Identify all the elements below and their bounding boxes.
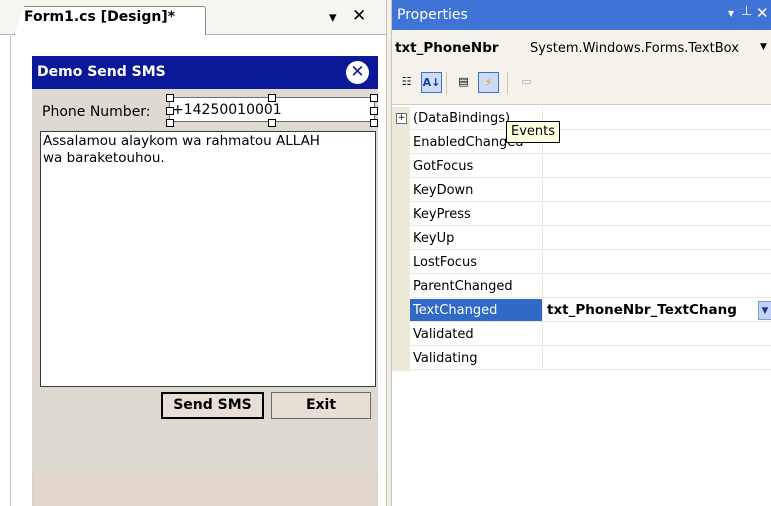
resize-handle[interactable] [166,94,174,102]
toolbar-separator [446,72,447,94]
document-tab-strip: Form1.cs [Design]* ▾ ✕ [0,0,386,35]
row-gutter [392,323,410,347]
resize-handle[interactable] [370,107,378,115]
grid-row-enabledchanged[interactable]: EnabledChanged [392,131,771,155]
property-name[interactable]: KeyPress [410,203,543,226]
row-gutter [392,227,410,251]
object-selector-combo[interactable]: txt_PhoneNbr System.Windows.Forms.TextBo… [392,30,771,65]
row-gutter [392,347,410,371]
property-name[interactable]: GotFocus [410,155,543,178]
resize-handle[interactable] [268,94,276,102]
form-bottom-area [34,474,376,506]
resize-handle[interactable] [370,94,378,102]
properties-close-icon[interactable]: ✕ [756,4,769,22]
row-gutter: + [392,107,410,131]
row-gutter [392,203,410,227]
property-pages-icon[interactable]: ▭ [516,72,537,93]
property-name[interactable]: ParentChanged [410,275,543,298]
property-value[interactable] [543,107,771,130]
form-close-icon[interactable]: ✕ [346,61,369,84]
expand-icon[interactable]: + [396,113,407,124]
row-gutter [392,179,410,203]
property-name[interactable]: Validating [410,347,543,370]
events-tooltip: Events [506,121,561,143]
resize-handle[interactable] [370,119,378,127]
properties-title-bar: Properties ▾ ⊥ ✕ [392,0,771,30]
grid-row-keypress[interactable]: KeyPress [392,203,771,227]
row-gutter [392,299,410,323]
auto-hide-pin-icon[interactable]: ⊥ [741,4,752,19]
property-value[interactable] [543,155,771,178]
properties-toolbar: ☷ A↓ ▤ ⚡ ▭ [392,64,771,105]
property-value[interactable] [543,131,771,154]
events-lightning-icon[interactable]: ⚡ [478,72,499,93]
resize-handle[interactable] [268,119,276,127]
grid-row-databindings[interactable]: + (DataBindings) [392,107,771,131]
property-value[interactable] [543,251,771,274]
tab-menu-icon[interactable]: ▾ [329,8,337,26]
properties-pane: Properties ▾ ⊥ ✕ txt_PhoneNbr System.Win… [392,0,771,506]
grid-row-gotfocus[interactable]: GotFocus [392,155,771,179]
property-value[interactable] [543,323,771,346]
object-type: System.Windows.Forms.TextBox [530,41,739,56]
grid-row-validating[interactable]: Validating [392,347,771,371]
tab-form1-design-label[interactable]: Form1.cs [Design]* [24,9,175,25]
form-title: Demo Send SMS [37,64,166,80]
row-gutter [392,251,410,275]
property-value[interactable] [543,227,771,250]
window-position-icon[interactable]: ▾ [728,6,734,20]
chevron-down-icon[interactable]: ▼ [760,42,767,52]
property-value[interactable] [543,275,771,298]
resize-handle[interactable] [166,107,174,115]
grid-row-lostfocus[interactable]: LostFocus [392,251,771,275]
grid-row-keyup[interactable]: KeyUp [392,227,771,251]
property-name[interactable]: LostFocus [410,251,543,274]
property-value[interactable] [543,203,771,226]
properties-view-icon[interactable]: ▤ [453,72,474,93]
grid-row-textchanged[interactable]: TextChanged txt_PhoneNbr_TextChang ▼ [392,299,771,323]
property-name[interactable]: TextChanged [410,299,543,322]
send-sms-button[interactable]: Send SMS [161,392,264,419]
resize-handle[interactable] [166,119,174,127]
grid-row-validated[interactable]: Validated [392,323,771,347]
row-gutter [392,275,410,299]
form-preview[interactable]: Demo Send SMS ✕ Phone Number: +142500100… [32,56,378,506]
property-value[interactable] [543,347,771,370]
alphabetical-sort-icon[interactable]: A↓ [421,72,442,93]
object-name: txt_PhoneNbr [395,40,499,56]
row-gutter [392,131,410,155]
grid-row-keydown[interactable]: KeyDown [392,179,771,203]
property-name[interactable]: KeyDown [410,179,543,202]
property-name[interactable]: Validated [410,323,543,346]
property-name[interactable]: KeyUp [410,227,543,250]
categorized-icon[interactable]: ☷ [396,72,417,93]
grid-row-parentchanged[interactable]: ParentChanged [392,275,771,299]
toolbar-separator [507,72,508,94]
designer-pane: Form1.cs [Design]* ▾ ✕ Demo Send SMS ✕ P… [0,0,386,506]
property-value[interactable] [543,179,771,202]
exit-button[interactable]: Exit [271,392,371,419]
properties-title: Properties [397,7,468,23]
designer-edge [10,34,11,506]
phone-number-label: Phone Number: [42,104,151,120]
form-title-bar: Demo Send SMS ✕ [32,56,378,89]
message-textbox[interactable]: Assalamou alaykom wa rahmatou ALLAH wa b… [40,131,376,387]
property-value[interactable]: txt_PhoneNbr_TextChang [543,299,771,322]
tab-close-icon[interactable]: ✕ [352,6,366,26]
row-gutter [392,155,410,179]
chevron-down-icon[interactable]: ▼ [758,301,771,320]
